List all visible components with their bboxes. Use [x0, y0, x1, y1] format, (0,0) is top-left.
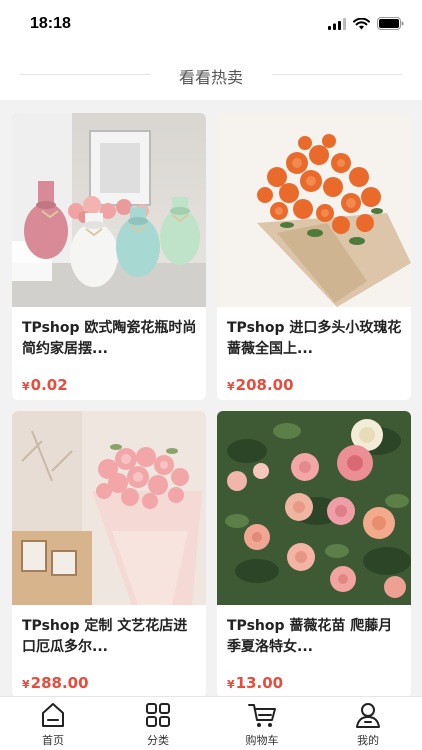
- product-card[interactable]: TPshop 欧式陶瓷花瓶时尚简约家居摆... ¥0.02: [12, 113, 206, 400]
- tab-cart[interactable]: 购物车: [227, 701, 297, 748]
- category-grid-icon: [146, 703, 170, 727]
- product-price: ¥208.00: [217, 363, 411, 394]
- tab-category[interactable]: 分类: [123, 701, 193, 748]
- product-grid: TPshop 欧式陶瓷花瓶时尚简约家居摆... ¥0.02 TPshop 进口多…: [0, 100, 422, 696]
- price-currency: ¥: [22, 678, 30, 691]
- status-icons: [328, 17, 404, 30]
- wifi-icon: [353, 17, 370, 29]
- status-bar: 18:18: [0, 0, 422, 52]
- product-title: TPshop 进口多头小玫瑰花蔷薇全国上...: [227, 320, 402, 357]
- tab-category-label: 分类: [147, 734, 169, 747]
- price-value: 13.00: [235, 674, 284, 692]
- tab-profile[interactable]: 我的: [333, 701, 403, 748]
- price-value: 288.00: [30, 674, 89, 692]
- product-image-ceramic-vases: [12, 113, 206, 307]
- signal-icon: [328, 17, 346, 30]
- battery-icon: [377, 17, 404, 30]
- tab-profile-label: 我的: [357, 734, 379, 747]
- product-image-climbing-roses: [217, 411, 411, 605]
- tab-home[interactable]: 首页: [18, 701, 88, 748]
- status-time: 18:18: [30, 15, 71, 32]
- product-price: ¥288.00: [12, 661, 206, 692]
- bottom-tab-bar: 首页 分类 购物车 我的: [0, 696, 422, 750]
- product-price: ¥0.02: [12, 363, 206, 394]
- product-title: TPshop 欧式陶瓷花瓶时尚简约家居摆...: [22, 320, 197, 357]
- cart-icon: [248, 704, 276, 727]
- product-card[interactable]: TPshop 蔷薇花苗 爬藤月季夏洛特女... ¥13.00: [217, 411, 411, 696]
- product-card[interactable]: TPshop 进口多头小玫瑰花蔷薇全国上... ¥208.00: [217, 113, 411, 400]
- product-title: TPshop 定制 文艺花店进口厄瓜多尔...: [22, 618, 188, 655]
- price-currency: ¥: [227, 380, 235, 393]
- product-image-rose-bouquet: [217, 113, 411, 307]
- price-currency: ¥: [227, 678, 235, 691]
- user-icon: [356, 703, 380, 728]
- product-image-pink-bouquet: [12, 411, 206, 605]
- section-header: 看看热卖: [0, 52, 422, 100]
- product-price: ¥13.00: [217, 661, 411, 692]
- tab-cart-label: 购物车: [245, 734, 279, 747]
- price-value: 0.02: [30, 376, 68, 394]
- price-currency: ¥: [22, 380, 30, 393]
- section-title: 看看热卖: [178, 68, 243, 87]
- home-icon: [42, 703, 64, 727]
- product-card[interactable]: TPshop 定制 文艺花店进口厄瓜多尔... ¥288.00: [12, 411, 206, 696]
- section-divider-right: [272, 74, 402, 75]
- tab-home-label: 首页: [42, 734, 64, 747]
- product-title: TPshop 蔷薇花苗 爬藤月季夏洛特女...: [227, 618, 393, 655]
- price-value: 208.00: [235, 376, 294, 394]
